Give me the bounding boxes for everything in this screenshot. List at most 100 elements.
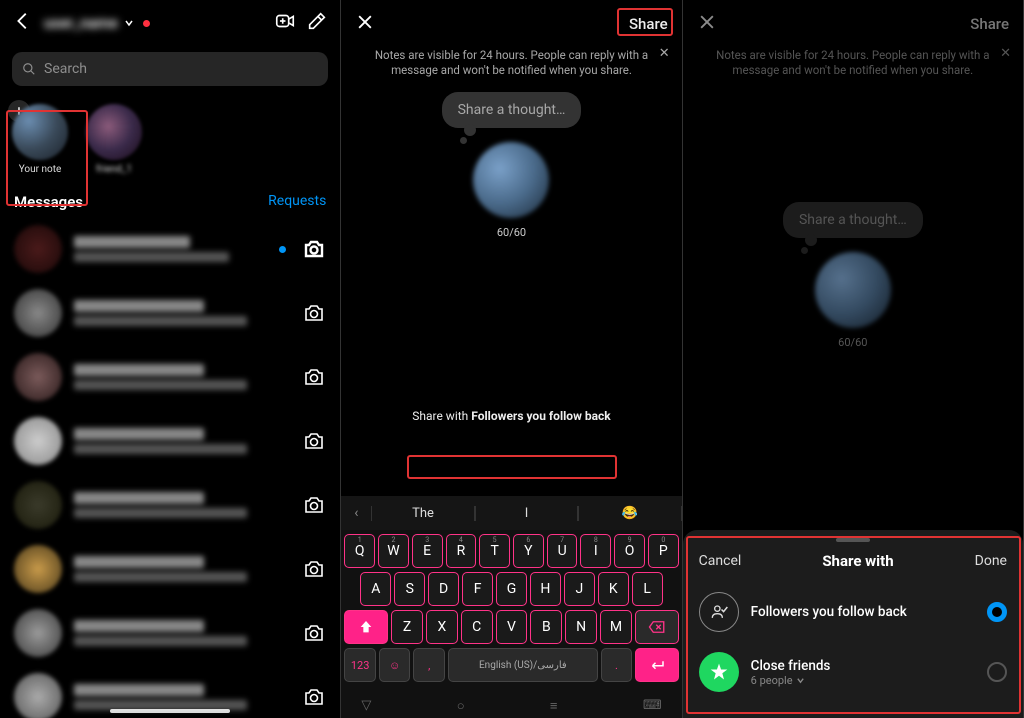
message-preview bbox=[74, 492, 290, 518]
key-u[interactable]: U7 bbox=[547, 534, 578, 568]
key-m[interactable]: M bbox=[600, 610, 632, 644]
video-call-icon[interactable] bbox=[274, 10, 296, 36]
camera-icon[interactable] bbox=[302, 365, 326, 389]
message-row[interactable] bbox=[0, 409, 340, 473]
visibility-info: Notes are visible for 24 hours. People c… bbox=[683, 48, 1023, 86]
compose-icon[interactable] bbox=[306, 10, 328, 36]
key-z[interactable]: Z bbox=[391, 610, 423, 644]
dismiss-info-icon[interactable]: ✕ bbox=[659, 46, 670, 63]
key-p[interactable]: P0 bbox=[648, 534, 679, 568]
notes-row: + Your note friend_1 bbox=[0, 96, 340, 185]
key-r[interactable]: R4 bbox=[446, 534, 477, 568]
key-f[interactable]: F bbox=[462, 572, 493, 606]
comma-key[interactable]: , bbox=[413, 648, 445, 682]
key-l[interactable]: L bbox=[632, 572, 663, 606]
message-preview bbox=[74, 236, 267, 262]
message-row[interactable] bbox=[0, 473, 340, 537]
message-row[interactable] bbox=[0, 601, 340, 665]
audience-option-close-friends[interactable]: Close friends 6 people bbox=[683, 642, 1023, 702]
note-editor-header: Share bbox=[341, 0, 681, 48]
close-icon[interactable] bbox=[697, 12, 717, 36]
thought-input[interactable]: Share a thought… bbox=[783, 202, 923, 238]
enter-key[interactable] bbox=[635, 648, 678, 682]
numeric-key[interactable]: 123 bbox=[344, 648, 376, 682]
camera-icon[interactable] bbox=[302, 685, 326, 709]
suggestion[interactable]: 😂 bbox=[578, 506, 681, 521]
cancel-button[interactable]: Cancel bbox=[699, 553, 742, 569]
radio-selected[interactable] bbox=[987, 602, 1007, 622]
camera-icon[interactable] bbox=[302, 557, 326, 581]
sheet-title: Share with bbox=[822, 552, 893, 570]
key-d[interactable]: D bbox=[428, 572, 459, 606]
camera-icon[interactable] bbox=[302, 429, 326, 453]
char-counter: 60/60 bbox=[497, 226, 526, 239]
backspace-key[interactable] bbox=[635, 610, 679, 644]
close-friends-count[interactable]: 6 people bbox=[751, 674, 975, 687]
key-q[interactable]: Q1 bbox=[344, 534, 375, 568]
camera-icon[interactable] bbox=[302, 301, 326, 325]
key-t[interactable]: T5 bbox=[479, 534, 510, 568]
messages-title: Messages bbox=[14, 193, 83, 211]
message-preview bbox=[74, 300, 290, 326]
share-button[interactable]: Share bbox=[970, 15, 1009, 33]
emoji-key[interactable]: ☺ bbox=[379, 648, 411, 682]
key-o[interactable]: O9 bbox=[614, 534, 645, 568]
key-v[interactable]: V bbox=[496, 610, 528, 644]
thought-input[interactable]: Share a thought… bbox=[442, 92, 582, 128]
camera-icon[interactable] bbox=[302, 493, 326, 517]
nav-back-icon[interactable]: ▽ bbox=[361, 698, 371, 716]
back-arrow-icon[interactable] bbox=[12, 10, 34, 36]
key-i[interactable]: I8 bbox=[580, 534, 611, 568]
spacebar[interactable]: English (US)/فارسی bbox=[448, 648, 598, 682]
key-s[interactable]: S bbox=[394, 572, 425, 606]
sheet-header: Cancel Share with Done bbox=[683, 552, 1023, 582]
dismiss-info-icon[interactable]: ✕ bbox=[1000, 46, 1011, 63]
requests-link[interactable]: Requests bbox=[268, 193, 326, 211]
close-friends-star-icon bbox=[699, 652, 739, 692]
nav-recent-icon[interactable]: ≡ bbox=[550, 698, 558, 716]
close-icon[interactable] bbox=[355, 12, 375, 36]
chevron-down-icon bbox=[124, 18, 134, 28]
avatar bbox=[12, 104, 68, 160]
key-j[interactable]: J bbox=[564, 572, 595, 606]
message-row[interactable] bbox=[0, 345, 340, 409]
key-c[interactable]: C bbox=[461, 610, 493, 644]
key-w[interactable]: W2 bbox=[378, 534, 409, 568]
message-row[interactable] bbox=[0, 217, 340, 281]
friend-note-item[interactable]: friend_1 bbox=[86, 104, 142, 175]
key-g[interactable]: G bbox=[496, 572, 527, 606]
search-input[interactable]: Search bbox=[12, 52, 328, 86]
period-key[interactable]: . bbox=[601, 648, 633, 682]
suggestion[interactable]: The bbox=[371, 506, 474, 521]
your-note-item[interactable]: + Your note bbox=[12, 104, 68, 175]
suggestion[interactable]: I bbox=[475, 506, 578, 521]
sheet-drag-handle[interactable] bbox=[836, 538, 870, 542]
key-k[interactable]: K bbox=[598, 572, 629, 606]
account-switcher[interactable]: user_name bbox=[44, 14, 264, 32]
audience-option-followers[interactable]: Followers you follow back bbox=[683, 582, 1023, 642]
keyboard-settings-icon[interactable]: ⌨ bbox=[643, 698, 662, 716]
share-with-audience-link[interactable]: Share with Followers you follow back bbox=[341, 409, 681, 431]
avatar bbox=[14, 481, 62, 529]
camera-icon[interactable] bbox=[302, 237, 326, 261]
keyboard[interactable]: ‹ The I 😂 Q1W2E3R4T5Y6U7I8O9P0 ASDFGHJKL… bbox=[341, 496, 681, 718]
key-n[interactable]: N bbox=[565, 610, 597, 644]
key-a[interactable]: A bbox=[360, 572, 391, 606]
message-list bbox=[0, 217, 340, 718]
camera-icon[interactable] bbox=[302, 621, 326, 645]
key-b[interactable]: B bbox=[530, 610, 562, 644]
message-row[interactable] bbox=[0, 281, 340, 345]
username-label: user_name bbox=[44, 14, 118, 32]
nav-home-icon[interactable]: ○ bbox=[457, 698, 465, 716]
message-preview bbox=[74, 556, 290, 582]
key-e[interactable]: E3 bbox=[412, 534, 443, 568]
key-h[interactable]: H bbox=[530, 572, 561, 606]
radio-unselected[interactable] bbox=[987, 662, 1007, 682]
expand-suggestions-icon[interactable]: ‹ bbox=[341, 505, 371, 521]
share-button[interactable]: Share bbox=[629, 15, 668, 33]
message-row[interactable] bbox=[0, 537, 340, 601]
shift-key[interactable] bbox=[344, 610, 388, 644]
key-x[interactable]: X bbox=[426, 610, 458, 644]
key-y[interactable]: Y6 bbox=[513, 534, 544, 568]
done-button[interactable]: Done bbox=[975, 553, 1007, 569]
